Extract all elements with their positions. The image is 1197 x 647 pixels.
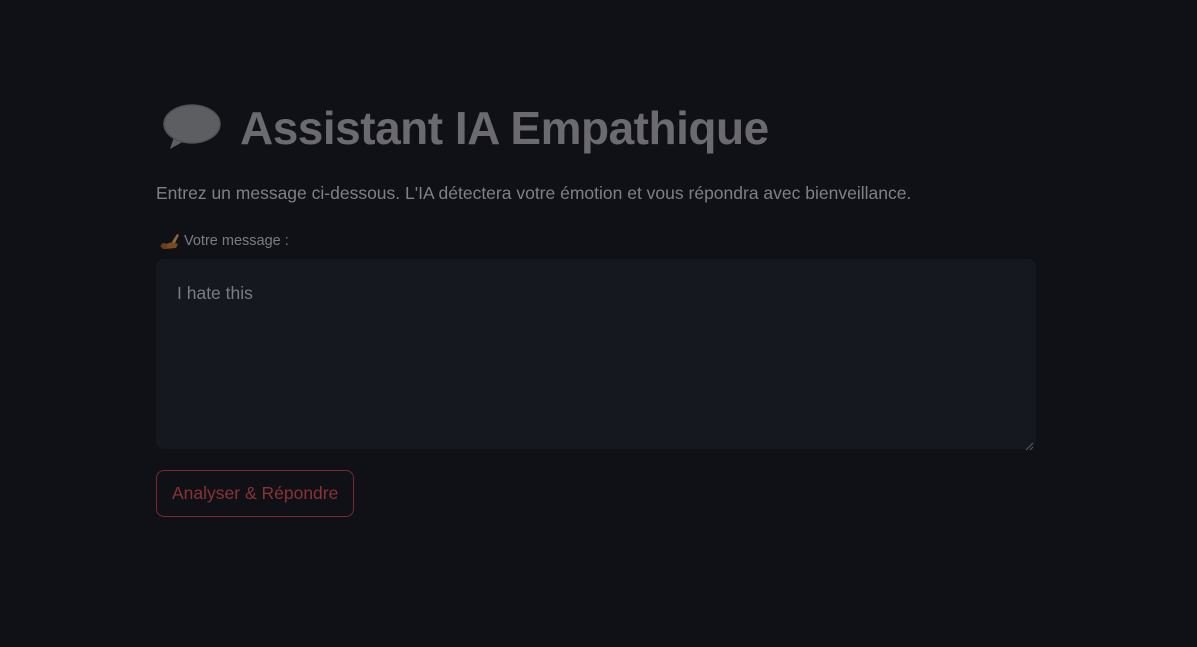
page-header: Assistant IA Empathique [156, 92, 1036, 164]
message-label-text: Votre message : [184, 233, 289, 249]
analyze-reply-button[interactable]: Analyser & Répondre [156, 470, 355, 517]
page-subtitle: Entrez un message ci-dessous. L'IA détec… [156, 183, 912, 203]
writing-hand-icon [158, 232, 180, 250]
page-title: Assistant IA Empathique [240, 102, 769, 154]
message-textarea-value: I hate this [177, 283, 253, 303]
speech-bubble-icon [162, 103, 222, 153]
app-root: Assistant IA Empathique Entrez un messag… [0, 0, 1197, 647]
message-textarea[interactable]: I hate this [156, 259, 1036, 451]
message-label: Votre message : [156, 232, 1036, 250]
resize-handle-icon[interactable] [1025, 438, 1034, 451]
main-content: Assistant IA Empathique Entrez un messag… [156, 92, 1036, 517]
